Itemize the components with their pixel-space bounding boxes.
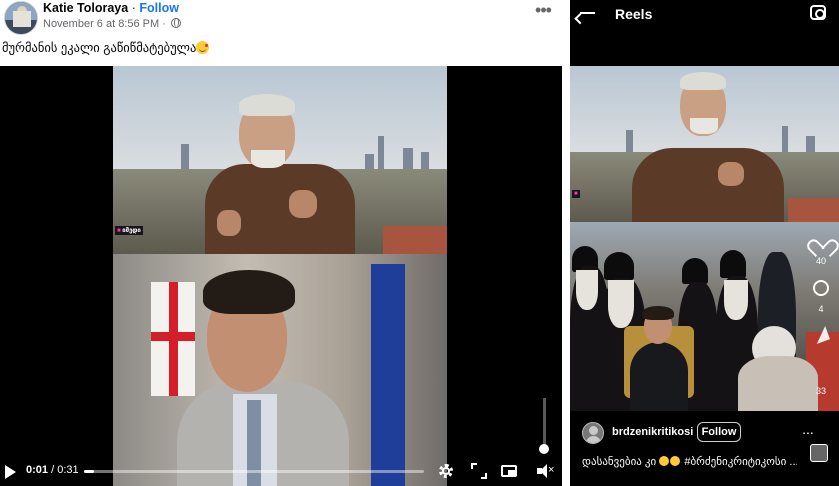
muted-speaker-icon[interactable]: × — [536, 462, 554, 480]
video-clip-top: ■ იმედი — [113, 66, 447, 254]
video-progress-fill — [84, 470, 95, 473]
arrow-left-icon[interactable] — [574, 5, 598, 25]
post-header: Katie Toloraya · Follow November 6 at 8:… — [0, 0, 562, 36]
comment-icon[interactable] — [813, 280, 829, 296]
reel-follow-button[interactable]: Follow — [697, 422, 741, 442]
more-options-icon[interactable]: ••• — [532, 1, 554, 23]
reel-author-username[interactable]: brdzenikritikosi — [612, 426, 693, 438]
more-options-icon[interactable]: ... — [798, 422, 818, 440]
settings-gear-icon[interactable] — [437, 462, 455, 480]
picture-in-picture-icon[interactable] — [500, 462, 518, 480]
current-time: 0:01 — [26, 464, 49, 476]
reel-caption-hashtag: #ბრძენიკრიტიკოსი ... — [684, 456, 797, 468]
laughing-emoji-icon — [670, 456, 681, 466]
post-timestamp-line: November 6 at 8:56 PM · — [43, 18, 181, 30]
follow-link[interactable]: Follow — [139, 1, 179, 15]
tv-channel-logo: ■ იმედი — [115, 226, 143, 235]
likes-count: 40 — [815, 256, 826, 266]
globe-icon — [170, 18, 181, 28]
author-name[interactable]: Katie Toloraya — [43, 1, 128, 15]
fullscreen-expand-icon[interactable] — [470, 462, 488, 480]
reel-caption-prefix: დასანვებია კი — [582, 456, 657, 468]
post-timestamp[interactable]: November 6 at 8:56 PM — [43, 18, 159, 30]
instagram-reels-view: Reels ■ 40 4 33 brdzenikritikosi Follow … — [570, 0, 839, 486]
volume-slider-track[interactable] — [543, 398, 546, 448]
author-separator: · — [131, 1, 136, 15]
author-line: Katie Toloraya · Follow — [43, 1, 179, 15]
share-icon[interactable] — [814, 328, 828, 342]
facebook-post: Katie Toloraya · Follow November 6 at 8:… — [0, 0, 562, 486]
video-time: 0:01 / 0:31 — [26, 464, 79, 476]
heart-icon[interactable] — [812, 232, 830, 248]
duration: 0:31 — [57, 464, 79, 476]
reels-title: Reels — [615, 6, 653, 22]
face-blowing-kiss-icon — [196, 41, 210, 54]
eu-flag — [371, 264, 405, 486]
caption-text: მურმანის ეკალი გაწიწმატებულა — [2, 41, 197, 55]
post-caption: მურმანის ეკალი გაწიწმატებულა — [2, 40, 210, 55]
camera-icon[interactable] — [810, 5, 826, 20]
video-controls: 0:01 / 0:31 × — [0, 458, 562, 486]
georgian-flag — [151, 282, 195, 396]
screenshot-composite: Katie Toloraya · Follow November 6 at 8:… — [0, 0, 839, 486]
video-progress-bar[interactable] — [84, 470, 424, 473]
author-avatar[interactable] — [4, 1, 38, 35]
video-player[interactable]: ■ იმედი 0:01 / 0:31 × — [0, 66, 562, 486]
play-icon[interactable] — [5, 465, 16, 479]
shares-count: 33 — [815, 386, 826, 396]
audio-track-icon[interactable] — [810, 444, 828, 462]
laughing-emoji-icon — [659, 456, 670, 466]
reel-clip-top: ■ — [570, 66, 839, 222]
volume-slider-handle[interactable] — [539, 444, 549, 454]
panel-divider — [562, 0, 570, 486]
comments-count: 4 — [818, 304, 824, 314]
reel-caption[interactable]: დასანვებია კი #ბრძენიკრიტიკოსი ... — [582, 455, 797, 468]
reel-author-avatar[interactable] — [582, 422, 604, 444]
reel-clip-bottom — [570, 222, 839, 411]
video-clip-bottom — [113, 254, 447, 486]
